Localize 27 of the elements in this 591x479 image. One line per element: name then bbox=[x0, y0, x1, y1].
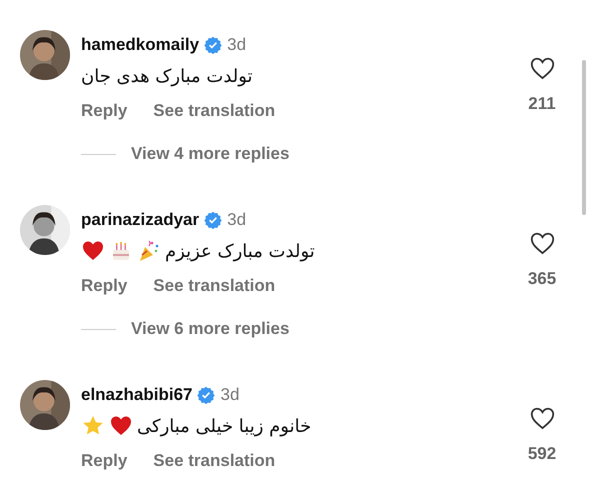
heart-emoji-icon bbox=[81, 239, 105, 263]
heart-emoji-icon bbox=[109, 414, 133, 438]
like-heart-icon[interactable] bbox=[528, 55, 556, 82]
reply-link[interactable]: Reply bbox=[81, 101, 128, 121]
reply-link[interactable]: Reply bbox=[81, 451, 128, 471]
see-translation-link[interactable]: See translation bbox=[153, 101, 276, 121]
view-replies-link[interactable]: View 6 more replies bbox=[131, 319, 290, 339]
comment-time: 3d bbox=[227, 210, 246, 230]
comment-text: خانوم زیبا خیلی مبارکی bbox=[137, 416, 312, 436]
like-heart-icon[interactable] bbox=[528, 405, 556, 432]
username[interactable]: hamedkomaily bbox=[81, 35, 200, 55]
username[interactable]: elnazhabibi67 bbox=[81, 385, 192, 405]
comment-text: تولدت مبارک عزیزم bbox=[165, 240, 315, 262]
like-count: 211 bbox=[528, 94, 556, 114]
comment-time: 3d bbox=[227, 35, 246, 55]
comment-text: تولدت مبارک هدی جان bbox=[81, 66, 253, 86]
like-count: 365 bbox=[528, 269, 556, 289]
comment-time: 3d bbox=[220, 385, 240, 405]
scrollbar[interactable] bbox=[582, 60, 586, 215]
like-count: 592 bbox=[528, 444, 556, 464]
see-translation-link[interactable]: See translation bbox=[153, 276, 276, 296]
reply-link[interactable]: Reply bbox=[81, 276, 128, 296]
party-popper-icon bbox=[137, 239, 161, 263]
view-replies-link[interactable]: View 4 more replies bbox=[131, 144, 290, 164]
see-translation-link[interactable]: See translation bbox=[153, 451, 276, 471]
like-heart-icon[interactable] bbox=[528, 230, 556, 257]
username[interactable]: parinazizadyar bbox=[81, 210, 200, 230]
